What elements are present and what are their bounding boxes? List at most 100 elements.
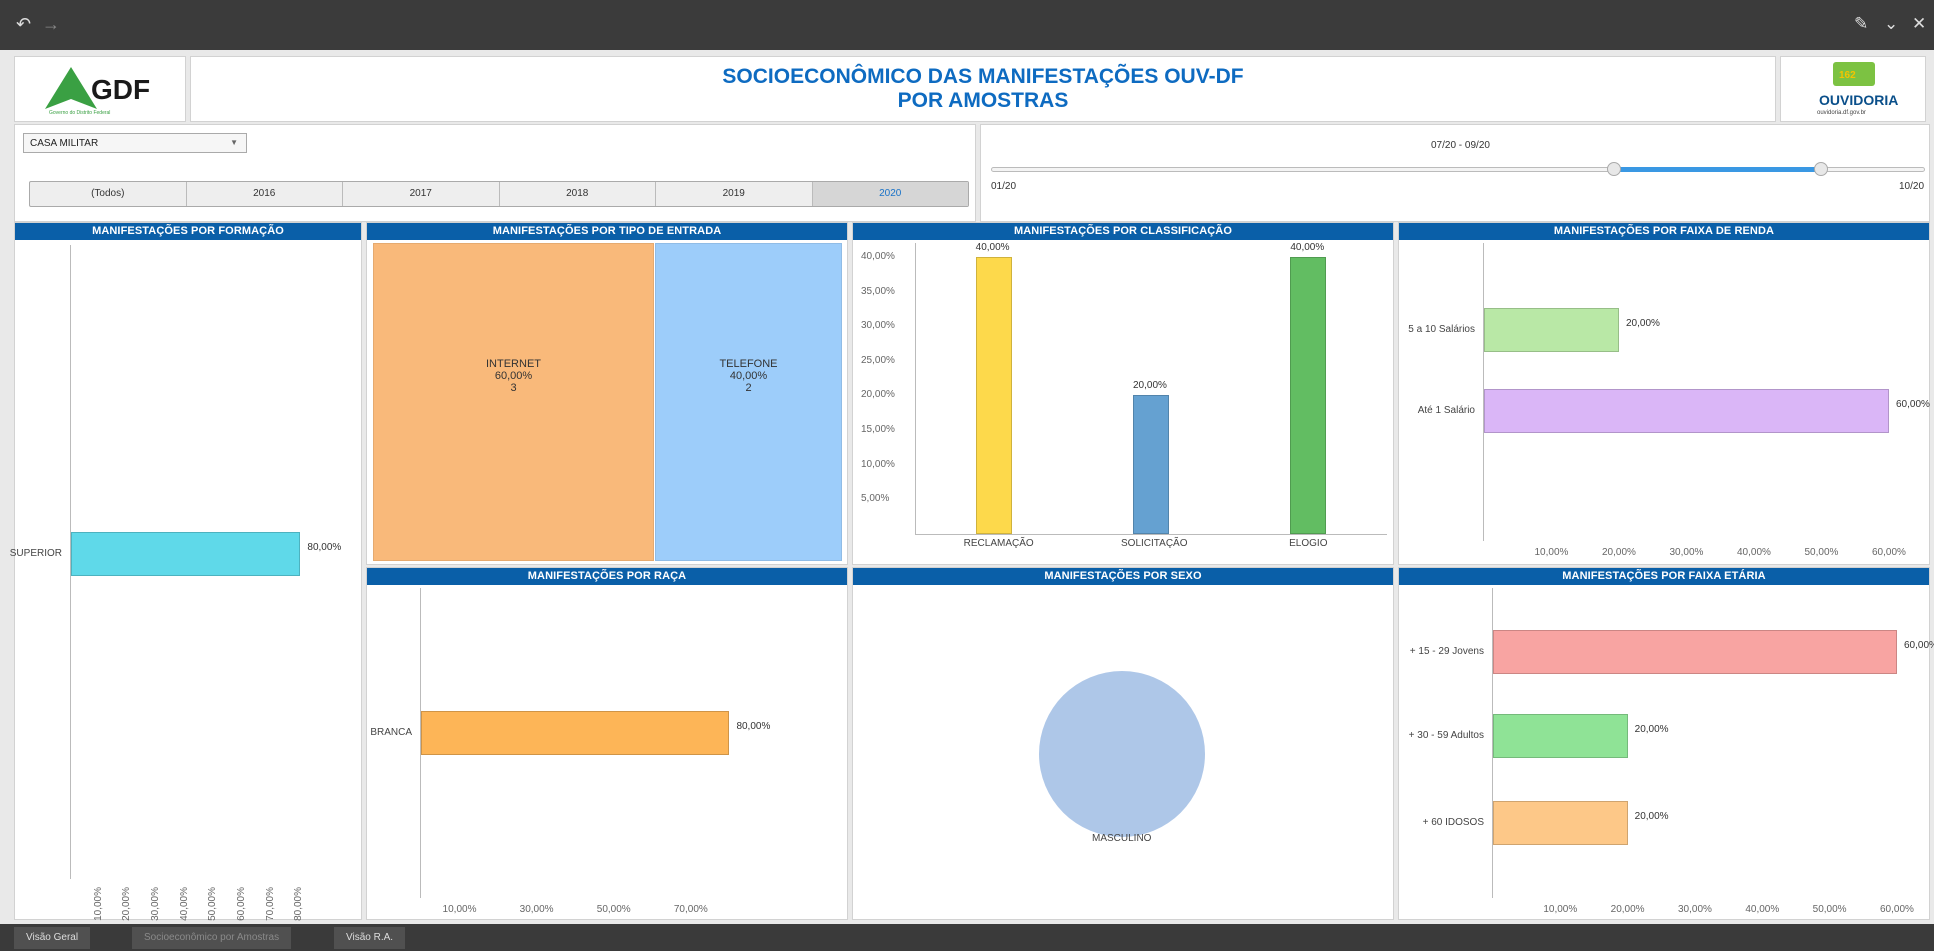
date-range-panel: 07/20 - 09/20 01/20 10/20 (980, 124, 1930, 222)
x-tick-label: 40,00% (1737, 547, 1771, 558)
date-range-fill (1613, 167, 1822, 172)
x-tick-label: 30,00% (1669, 547, 1704, 558)
bar-0 (1484, 308, 1619, 352)
x-tick-label: 30,00% (519, 904, 554, 915)
year-option-2019[interactable]: 2019 (656, 182, 813, 206)
x-tick-label: 20,00% (1602, 547, 1636, 558)
treemap-cell-telefone: TELEFONE 40,00% 2 (655, 243, 842, 561)
bar-1 (1493, 714, 1628, 758)
data-label: 40,00% (1290, 241, 1325, 253)
y-tick-label: 25,00% (861, 354, 895, 366)
x-tick-label: SOLICITAÇÃO (1121, 538, 1188, 549)
edit-icon[interactable]: ✎ (1854, 14, 1868, 34)
x-tick-label: 30,00% (1678, 904, 1712, 915)
chart-sexo: MANIFESTAÇÕES POR SEXO MASCULINO (852, 567, 1394, 920)
gdf-logo: GDF Governo do Distrito Federal (14, 56, 186, 122)
tab-visao-ra[interactable]: Visão R.A. (334, 927, 406, 949)
year-option-2018[interactable]: 2018 (500, 182, 656, 206)
pie-slice-masculino[interactable] (1039, 671, 1205, 837)
x-tick-label: 50,00% (1804, 547, 1839, 558)
x-tick-label: 40,00% (1745, 904, 1780, 915)
bar-1 (1133, 395, 1169, 534)
data-label: 80,00% (736, 721, 771, 732)
chart-formacao: MANIFESTAÇÕES POR FORMAÇÃO SUPERIOR 80,00… (10, 222, 362, 921)
orgao-select[interactable]: CASA MILITAR ▼ (23, 133, 247, 153)
y-tick-label: 35,00% (861, 285, 895, 297)
year-option-2016[interactable]: 2016 (187, 182, 343, 206)
chevron-down-icon[interactable]: ⌄ (1884, 14, 1898, 34)
y-tick-label: 5,00% (861, 493, 890, 505)
y-tick-label: 40,00% (861, 250, 895, 262)
y-tick-label: 30,00% (861, 320, 895, 332)
year-option-2020[interactable]: 2020 (812, 182, 968, 206)
category-label: BRANCA (370, 727, 412, 738)
x-tick-label: 30,00% (150, 887, 162, 921)
page-subtitle: POR AMOSTRAS (897, 89, 1069, 112)
x-tick-label: ELOGIO (1289, 538, 1328, 549)
data-label: 60,00% (1896, 399, 1930, 410)
x-tick-label: 10,00% (442, 904, 477, 915)
ouvidoria-logo: 162 OUVIDORIA ouvidoria.df.gov.br (1780, 56, 1926, 122)
bar-0 (1493, 630, 1897, 674)
treemap-count: 3 (510, 382, 517, 394)
ouvidoria-badge: 162 (1839, 70, 1856, 81)
treemap-name: TELEFONE (719, 358, 778, 370)
bar-2 (1290, 256, 1327, 534)
category-label: Até 1 Salário (1417, 405, 1475, 416)
undo-icon[interactable]: ↶ (16, 14, 31, 35)
chart-classificacao: MANIFESTAÇÕES POR CLASSIFICAÇÃO 5,00% 10,… (852, 222, 1394, 565)
tab-visao-geral[interactable]: Visão Geral (14, 927, 91, 949)
x-tick-label: 10,00% (1543, 904, 1578, 915)
x-axis-line (915, 534, 1387, 535)
ouvidoria-logo-subtext: ouvidoria.df.gov.br (1817, 110, 1866, 116)
chart-raca: MANIFESTAÇÕES POR RAÇA BRANCA 80,00% 10,00… (366, 567, 848, 920)
tab-socioeconomico[interactable]: Socioeconômico por Amostras (132, 927, 292, 949)
chart-renda: MANIFESTAÇÕES POR FAIXA DE RENDA 5 a 10 … (1398, 222, 1930, 565)
treemap-cell-internet: INTERNET 60,00% 3 (373, 243, 654, 561)
x-tick-label: 10,00% (1534, 547, 1569, 558)
bar-0 (71, 532, 301, 576)
category-label: 5 a 10 Salários (1408, 324, 1475, 335)
page-title: SOCIOECONÔMICO DAS MANIFESTAÇÕES OUV-DF (722, 65, 1244, 88)
chart-etaria-title: MANIFESTAÇÕES POR FAIXA ETÁRIA (1399, 568, 1929, 585)
chart-etaria: MANIFESTAÇÕES POR FAIXA ETÁRIA + 15 - 29… (1398, 567, 1934, 920)
chart-formacao-title: MANIFESTAÇÕES POR FORMAÇÃO (15, 223, 361, 240)
chevron-down-icon: ▼ (230, 138, 238, 147)
treemap-count: 2 (745, 382, 752, 394)
x-tick-label: 70,00% (673, 904, 708, 915)
x-tick-label: 50,00% (1812, 904, 1847, 915)
date-range-label: 07/20 - 09/20 (1431, 140, 1490, 151)
x-tick-label: 50,00% (207, 887, 219, 921)
category-label: + 60 IDOSOS (1422, 817, 1484, 828)
year-option-2017[interactable]: 2017 (343, 182, 500, 206)
bar-1 (1484, 389, 1889, 433)
sheet-tabs: Visão Geral Socioeconômico por Amostras … (0, 924, 1934, 951)
bar-2 (1493, 801, 1628, 845)
data-label: 40,00% (975, 241, 1010, 253)
x-tick-label: 20,00% (1610, 904, 1645, 915)
year-option-todos[interactable]: (Todos) (30, 182, 187, 206)
chart-renda-title: MANIFESTAÇÕES POR FAIXA DE RENDA (1399, 223, 1929, 240)
bar-0 (975, 256, 1012, 534)
x-tick-label: 70,00% (264, 887, 276, 921)
gdf-logo-text: GDF (91, 74, 151, 105)
pie-chart (1039, 671, 1205, 837)
chart-classificacao-title: MANIFESTAÇÕES POR CLASSIFICAÇÃO (853, 223, 1393, 240)
filter-panel: CASA MILITAR ▼ (Todos) 2016 2017 2018 2019 20… (14, 124, 976, 222)
date-range-start-handle[interactable] (1606, 162, 1621, 176)
x-tick-label: 60,00% (236, 887, 248, 921)
chart-tipo-entrada-title: MANIFESTAÇÕES POR TIPO DE ENTRADA (367, 223, 847, 240)
date-range-end-handle[interactable] (1814, 162, 1829, 176)
pie-slice-label: MASCULINO (1092, 833, 1152, 844)
data-label: 80,00% (307, 542, 342, 553)
x-tick-label: 20,00% (121, 887, 133, 921)
x-tick-label: RECLAMAÇÃO (963, 538, 1034, 549)
treemap-pct: 60,00% (494, 370, 533, 382)
close-icon[interactable]: ✕ (1912, 14, 1926, 34)
category-label: SUPERIOR (9, 548, 62, 559)
treemap-pct: 40,00% (729, 370, 768, 382)
x-tick-label: 10,00% (92, 887, 104, 921)
redo-icon[interactable]: → (42, 14, 60, 35)
y-axis-line (915, 243, 916, 534)
data-label: 20,00% (1634, 811, 1669, 822)
